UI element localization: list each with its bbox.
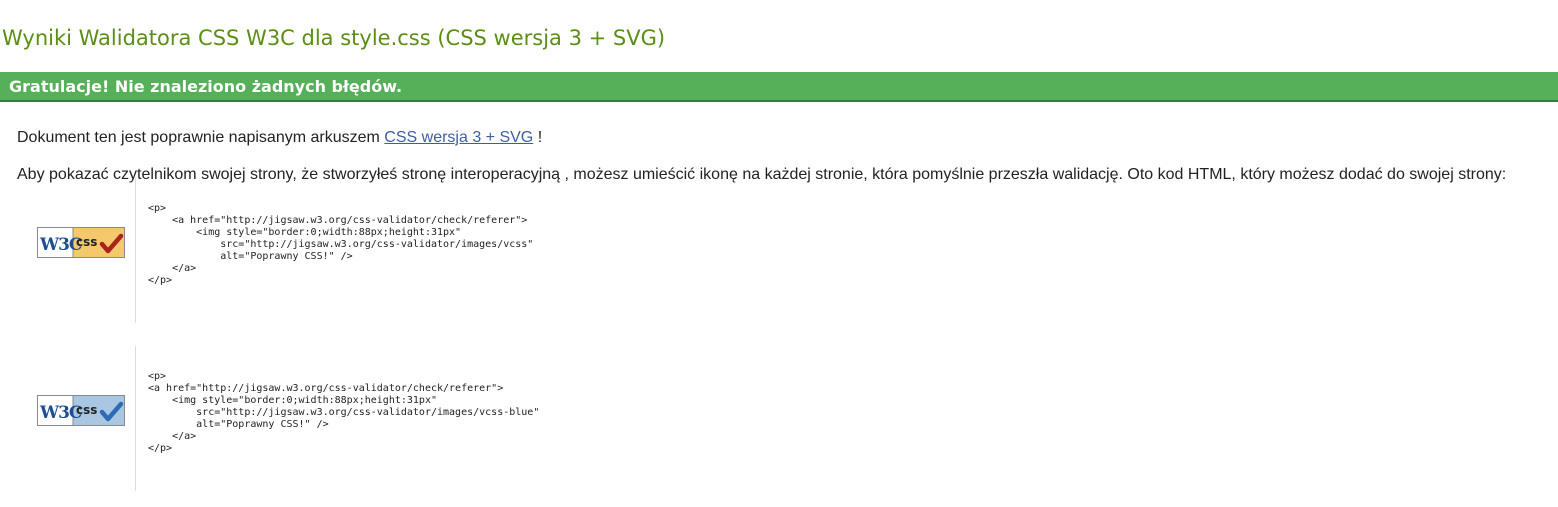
badge-row-gold: W3C css <p> <a href="http://jigsaw.w3.or… — [0, 178, 900, 323]
valid-document-text-end: ! — [533, 129, 543, 146]
badge-code-snippet: <p> <a href="http://jigsaw.w3.org/css-va… — [135, 346, 539, 491]
css-text: css — [76, 235, 97, 249]
valid-document-text: Dokument ten jest poprawnie napisanym ar… — [17, 129, 385, 146]
page-title: Wyniki Walidatora CSS W3C dla style.css … — [2, 26, 666, 50]
badge-row-blue: W3C css <p> <a href="http://jigsaw.w3.or… — [0, 346, 900, 491]
valid-document-paragraph: Dokument ten jest poprawnie napisanym ar… — [17, 129, 542, 147]
w3c-css-gold-badge-icon: W3C css — [37, 227, 125, 258]
css-text: css — [76, 403, 97, 417]
badge-code-text: <p> <a href="http://jigsaw.w3.org/css-va… — [148, 371, 540, 454]
badge-code-text: <p> <a href="http://jigsaw.w3.org/css-va… — [148, 203, 534, 286]
badge-code-snippet: <p> <a href="http://jigsaw.w3.org/css-va… — [135, 178, 533, 323]
w3c-css-blue-badge-icon: W3C css — [37, 395, 125, 426]
css-profile-link[interactable]: CSS wersja 3 + SVG — [384, 129, 533, 146]
success-banner: Gratulacje! Nie znaleziono żadnych błędó… — [0, 72, 1558, 102]
success-message: Gratulacje! Nie znaleziono żadnych błędó… — [9, 77, 403, 96]
